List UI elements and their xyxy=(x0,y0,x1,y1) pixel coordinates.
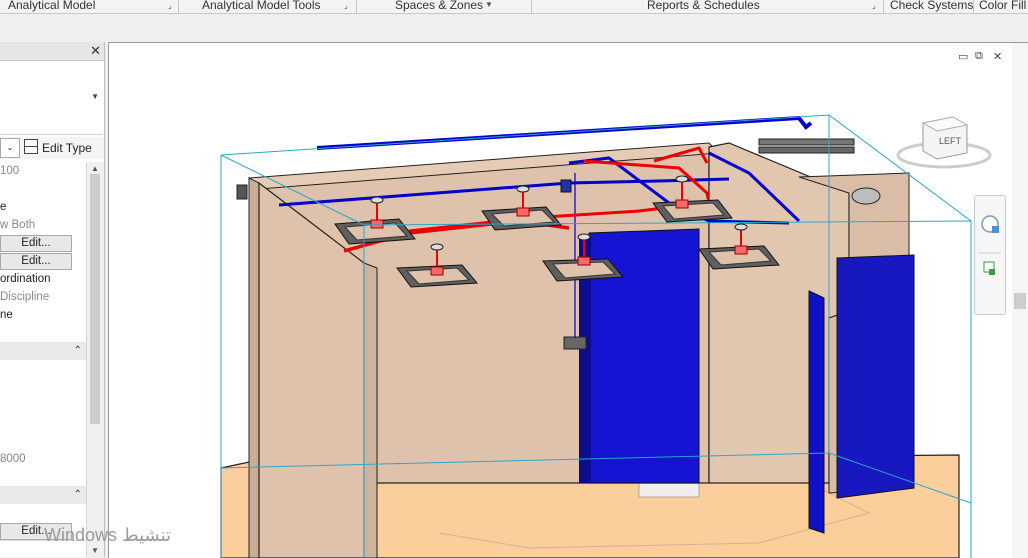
ribbon-separator xyxy=(356,0,357,13)
edit-button[interactable]: Edit... xyxy=(0,253,72,270)
floor-fixture xyxy=(638,482,700,498)
collapse-chevron-icon[interactable]: ⌃ xyxy=(74,486,82,504)
property-row[interactable] xyxy=(0,378,86,397)
property-row[interactable]: Edit... xyxy=(0,252,86,271)
scrollbar-thumb[interactable] xyxy=(1014,293,1026,309)
property-row[interactable] xyxy=(0,360,86,379)
property-row[interactable]: e xyxy=(0,198,86,217)
properties-palette: ✕ ▼ ⌄ Edit Type 100 e w Both Edit... Edit...… xyxy=(0,42,105,557)
expand-arrow-icon[interactable]: ⌟ xyxy=(168,1,172,10)
property-row[interactable] xyxy=(0,180,86,199)
zoom-icon-accent xyxy=(989,269,995,275)
property-row[interactable] xyxy=(0,468,86,487)
navigation-bar xyxy=(974,195,1006,315)
scroll-up-icon[interactable]: ▲ xyxy=(91,164,99,173)
property-row[interactable]: 8000 xyxy=(0,450,86,469)
tab-spaces-zones[interactable]: Spaces & Zones xyxy=(395,0,483,13)
door-frame-blue xyxy=(808,290,825,534)
properties-scrollbar[interactable]: ▲ ▼ xyxy=(86,162,104,557)
property-row[interactable]: Discipline xyxy=(0,288,86,307)
edit-type-label: Edit Type xyxy=(42,141,92,155)
activation-watermark: Windows تنشيط xyxy=(44,525,172,545)
roof-pipe xyxy=(758,146,855,154)
property-row[interactable] xyxy=(0,414,86,433)
ribbon-separator xyxy=(883,0,884,13)
left-wall-edge xyxy=(363,262,378,558)
property-row[interactable] xyxy=(0,324,86,343)
view-cube[interactable]: LEFT xyxy=(896,116,992,169)
properties-header: ✕ xyxy=(0,42,104,61)
scrollbar-thumb[interactable] xyxy=(90,174,100,424)
expand-arrow-icon[interactable]: ⌟ xyxy=(344,1,348,10)
property-value: ordination xyxy=(0,273,51,285)
tab-check-systems[interactable]: Check Systems xyxy=(890,0,973,13)
property-value: ne xyxy=(0,309,13,321)
property-value: Discipline xyxy=(0,291,50,303)
tab-analytical-model[interactable]: Analytical Model xyxy=(8,0,95,13)
panel-box xyxy=(563,336,587,350)
type-selector[interactable]: ▼ xyxy=(0,62,103,135)
blue-wall xyxy=(836,254,915,499)
close-icon[interactable]: ✕ xyxy=(90,43,101,59)
expand-arrow-icon[interactable]: ⌟ xyxy=(872,1,876,10)
edit-type-button[interactable]: Edit Type xyxy=(24,139,92,157)
scroll-down-icon[interactable]: ▼ xyxy=(91,546,99,555)
tab-color-fill[interactable]: Color Fill xyxy=(979,0,1026,13)
collapse-chevron-icon[interactable]: ⌃ xyxy=(74,342,82,360)
instance-filter-dropdown[interactable]: ⌄ xyxy=(0,138,20,158)
edit-button[interactable]: Edit... xyxy=(0,235,72,252)
3d-view-canvas[interactable]: ▭ ⧉ ✕ LEFT xyxy=(108,42,1028,558)
tab-analytical-model-tools[interactable]: Analytical Model Tools xyxy=(202,0,321,13)
property-row[interactable]: 100 xyxy=(0,162,86,181)
selection-filter-bar: ⌄ Edit Type xyxy=(0,137,104,159)
options-bar xyxy=(0,14,1028,42)
ribbon-separator xyxy=(178,0,179,13)
wall-bracket xyxy=(236,184,248,200)
property-value: w Both xyxy=(0,219,36,231)
front-left-wall-edge xyxy=(248,177,260,558)
ribbon-separator xyxy=(973,0,974,13)
chevron-down-icon[interactable]: ▼ xyxy=(91,92,99,101)
property-row[interactable]: ne xyxy=(0,306,86,325)
tab-reports-schedules[interactable]: Reports & Schedules xyxy=(647,0,760,13)
property-value: 8000 xyxy=(0,453,26,465)
ribbon-tab-bar: Analytical Model ⌟ Analytical Model Tool… xyxy=(0,0,1028,14)
property-category[interactable]: ⌃ xyxy=(0,342,86,361)
property-row[interactable] xyxy=(0,396,86,415)
ribbon-separator xyxy=(531,0,532,13)
property-row[interactable]: Edit... xyxy=(0,234,86,253)
property-row[interactable] xyxy=(0,504,86,523)
duct-fitting xyxy=(560,179,572,193)
roof-pipe xyxy=(758,138,855,146)
property-value: e xyxy=(0,201,7,213)
edit-type-icon xyxy=(24,139,38,154)
navigation-bar-icons xyxy=(979,215,1001,275)
dropdown-arrow-icon[interactable]: ▼ xyxy=(485,0,493,9)
viewport-scrollbar[interactable] xyxy=(1012,43,1028,558)
property-row[interactable]: w Both xyxy=(0,216,86,235)
property-row[interactable]: ordination xyxy=(0,270,86,289)
roof-vent xyxy=(851,187,881,205)
right-wall xyxy=(708,142,850,484)
property-value: 100 xyxy=(0,165,20,177)
steering-wheel-accent xyxy=(992,226,999,233)
property-category[interactable]: ⌃ xyxy=(0,486,86,505)
view-cube-face-label: LEFT xyxy=(939,136,962,146)
model-3d-scene[interactable]: LEFT xyxy=(109,43,1012,558)
property-row[interactable] xyxy=(0,432,86,451)
